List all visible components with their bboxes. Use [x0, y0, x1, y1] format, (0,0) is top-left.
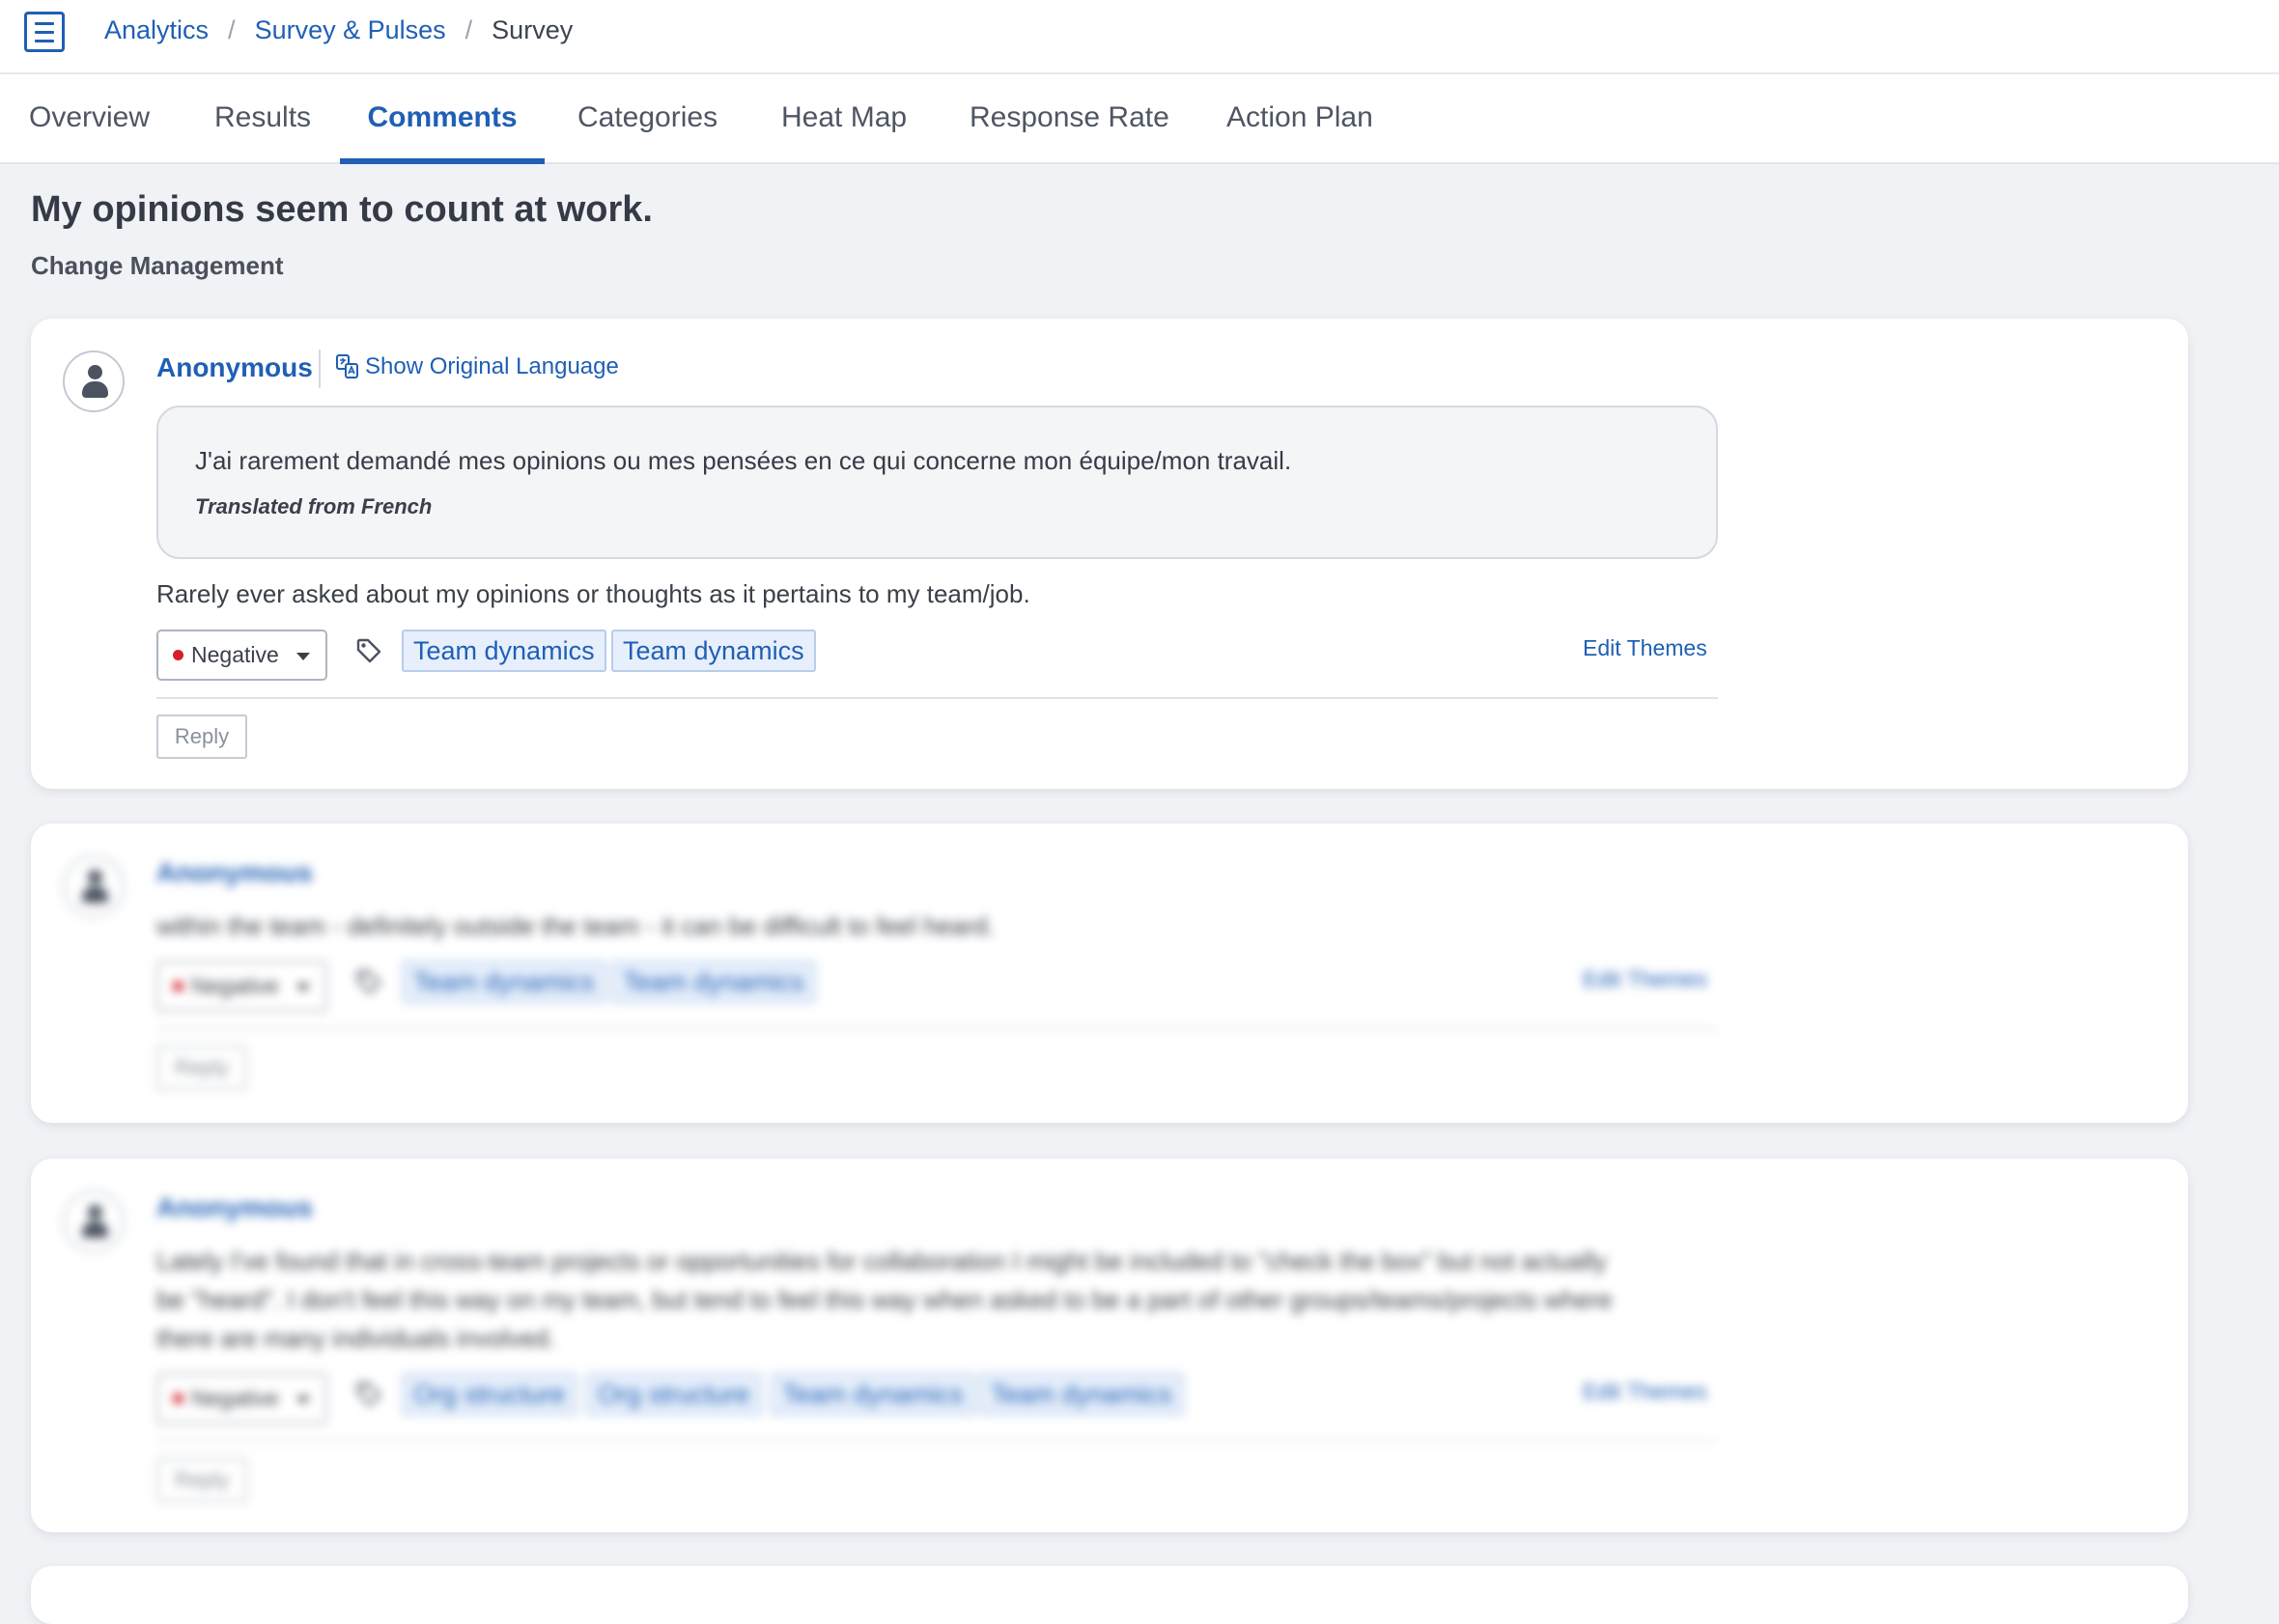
comment-text: within the team - definitely outside the… — [156, 911, 996, 940]
comment-text-line: there are many individuals involved. — [156, 1324, 556, 1353]
theme-tag[interactable]: Org structure — [586, 1373, 762, 1415]
comment-card: Anonymous Show Original Language J'ai ra… — [31, 319, 2188, 789]
theme-tag[interactable]: Team dynamics — [611, 630, 816, 672]
negative-dot-icon — [173, 1393, 183, 1404]
tag-icon — [356, 1382, 381, 1407]
tab-response-rate[interactable]: Response Rate — [970, 74, 1169, 164]
breadcrumb-separator: / — [228, 15, 236, 44]
theme-tag[interactable]: Team dynamics — [402, 961, 606, 1003]
breadcrumb: Analytics / Survey & Pulses / Survey — [104, 15, 573, 45]
comment-text: Rarely ever asked about my opinions or t… — [156, 579, 1030, 608]
page-title: My opinions seem to count at work. — [31, 189, 653, 230]
comment-text-line: be "heard". I don't feel this way on my … — [156, 1285, 1613, 1314]
menu-icon[interactable] — [24, 12, 65, 52]
negative-dot-icon — [173, 981, 183, 992]
comment-author: Anonymous — [156, 1192, 313, 1222]
tag-icon — [356, 638, 381, 663]
reply-button[interactable]: Reply — [156, 1458, 247, 1502]
divider — [156, 1441, 1718, 1442]
tab-overview[interactable]: Overview — [29, 74, 150, 164]
theme-tag[interactable]: Org structure — [402, 1373, 577, 1415]
comment-card — [31, 1566, 2188, 1624]
breadcrumb-separator: / — [464, 15, 473, 44]
theme-tag[interactable]: Team dynamics — [402, 630, 606, 672]
tab-heat-map[interactable]: Heat Map — [781, 74, 907, 164]
user-avatar-icon — [63, 350, 125, 412]
sentiment-dropdown[interactable]: Negative — [156, 1373, 327, 1424]
translate-icon — [336, 354, 358, 378]
negative-dot-icon — [173, 650, 183, 660]
show-original-language-link[interactable]: Show Original Language — [336, 353, 619, 380]
question-category: Change Management — [31, 251, 284, 280]
tab-action-plan[interactable]: Action Plan — [1226, 74, 1373, 164]
comment-text-line: Lately I've found that in cross-team pro… — [156, 1246, 1607, 1275]
sentiment-label: Negative — [191, 642, 279, 667]
comment-card: Anonymous Lately I've found that in cros… — [31, 1159, 2188, 1532]
show-original-language-label: Show Original Language — [365, 353, 619, 379]
comment-author: Anonymous — [156, 857, 313, 887]
divider — [156, 697, 1718, 699]
original-comment-text: J'ai rarement demandé mes opinions ou me… — [195, 446, 1292, 475]
caret-down-icon — [296, 984, 310, 992]
comment-card: Anonymous within the team - definitely o… — [31, 824, 2188, 1123]
sentiment-dropdown[interactable]: Negative — [156, 630, 327, 681]
top-bar: Analytics / Survey & Pulses / Survey — [0, 0, 2279, 74]
edit-themes-link[interactable]: Edit Themes — [1583, 635, 1707, 661]
reply-button[interactable]: Reply — [156, 714, 247, 759]
sentiment-label: Negative — [191, 973, 279, 998]
theme-tag[interactable]: Team dynamics — [611, 961, 816, 1003]
divider — [156, 1028, 1718, 1030]
comment-author: Anonymous — [156, 352, 313, 382]
tab-results[interactable]: Results — [214, 74, 311, 164]
theme-tag[interactable]: Team dynamics — [979, 1373, 1184, 1415]
translated-note: Translated from French — [195, 494, 433, 518]
reply-button[interactable]: Reply — [156, 1046, 247, 1090]
sentiment-dropdown[interactable]: Negative — [156, 961, 327, 1012]
caret-down-icon — [296, 653, 310, 660]
edit-themes-link[interactable]: Edit Themes — [1583, 1379, 1707, 1405]
edit-themes-link[interactable]: Edit Themes — [1583, 966, 1707, 993]
tab-comments[interactable]: Comments — [340, 74, 545, 164]
original-language-box: J'ai rarement demandé mes opinions ou me… — [156, 406, 1718, 559]
tab-categories[interactable]: Categories — [577, 74, 717, 164]
theme-tag[interactable]: Team dynamics — [771, 1373, 975, 1415]
sentiment-label: Negative — [191, 1386, 279, 1411]
divider — [319, 350, 321, 388]
breadcrumb-survey-pulses[interactable]: Survey & Pulses — [255, 15, 446, 45]
breadcrumb-analytics[interactable]: Analytics — [104, 15, 209, 45]
tag-icon — [356, 969, 381, 994]
caret-down-icon — [296, 1396, 310, 1404]
user-avatar-icon — [63, 1190, 125, 1252]
tab-bar: Overview Results Comments Categories Hea… — [0, 74, 2279, 164]
user-avatar-icon — [63, 855, 125, 917]
breadcrumb-current: Survey — [492, 15, 574, 44]
